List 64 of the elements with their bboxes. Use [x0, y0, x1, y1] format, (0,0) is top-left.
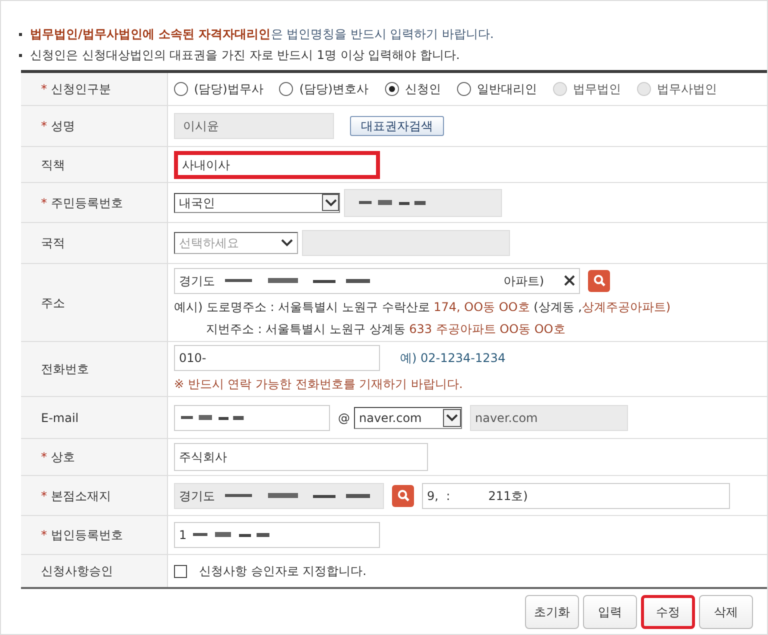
action-button[interactable]: 초기화 [525, 595, 579, 629]
search-icon [592, 274, 606, 287]
row-label: 신청사항승인 [41, 563, 113, 580]
office-address-field[interactable]: 경기도 [174, 482, 384, 508]
row-label: E-mail [41, 410, 79, 426]
search-icon [396, 489, 410, 502]
action-button[interactable]: 수정 [641, 595, 695, 629]
required-mark: * [41, 449, 47, 466]
required-mark: * [41, 81, 47, 98]
notice-text: 법무법인/법무사법인에 소속된 자격자대리인은 법인명칭을 반드시 입력하기 바랍니다. [30, 26, 494, 43]
id-number-field[interactable] [344, 188, 502, 216]
radio-button[interactable] [456, 82, 471, 96]
radio-label: 신청인 [404, 81, 441, 98]
row-label: 전화번호 [41, 361, 89, 378]
chevron-down-icon [324, 198, 336, 206]
at-sign: @ [338, 410, 350, 426]
radio-label: (담당)변호사 [299, 81, 369, 98]
search-button[interactable] [588, 270, 610, 292]
required-mark: * [41, 118, 47, 135]
email-field[interactable] [174, 404, 330, 430]
address-detail-field[interactable]: 9, : 211호) [422, 482, 730, 508]
close-icon[interactable] [564, 275, 575, 286]
notice-text: 신청인은 신청대상법인의 대표권을 가진 자로 반드시 1명 이상 입력해야 합니다. [30, 47, 460, 64]
row-label: 법인등록번호 [51, 527, 123, 544]
radio-label: 법무법인 [572, 81, 621, 98]
required-mark: * [41, 194, 47, 212]
chevron-down-icon [446, 414, 458, 422]
row-label: 주소 [41, 294, 65, 312]
address-field[interactable]: 경기도 아파트) [174, 268, 580, 294]
phone-example: 예) 02-1234-1234 [400, 350, 506, 367]
registration-number-field[interactable]: 1 [174, 522, 380, 548]
checkbox[interactable] [174, 564, 187, 578]
action-button[interactable]: 입력 [583, 595, 637, 629]
radio-label: 일반대리인 [476, 81, 537, 98]
required-mark: * [41, 488, 47, 504]
row-label: 주민등록번호 [51, 194, 123, 212]
text-field[interactable]: 사내이사 [174, 150, 380, 178]
phone-notice: ※ 반드시 연락 가능한 전화번호를 기재하기 바랍니다. [174, 376, 464, 393]
row-label: 상호 [51, 449, 75, 466]
row-label: 본점소재지 [51, 488, 111, 504]
row-label: 직책 [41, 156, 65, 174]
row-label: 성명 [51, 118, 75, 135]
domain-select[interactable]: naver.com [354, 406, 462, 428]
radio-button[interactable] [384, 82, 399, 96]
radio-button[interactable] [279, 82, 294, 96]
text-field[interactable]: 주식회사 [174, 443, 428, 471]
name-field[interactable]: 이시윤 [174, 113, 334, 139]
search-button[interactable] [392, 484, 414, 506]
required-mark: * [41, 527, 47, 544]
row-label: 국적 [41, 235, 65, 252]
radio-label: 법무사법인 [656, 81, 717, 98]
nationality-field[interactable] [302, 230, 510, 256]
action-button[interactable]: 삭제 [699, 595, 753, 629]
search-representative-button[interactable]: 대표권자검색 [350, 116, 444, 136]
chevron-down-icon [281, 239, 293, 247]
row-label: 신청인구분 [51, 81, 111, 98]
phone-field[interactable]: 010- [174, 345, 380, 371]
domain-field[interactable]: naver.com [470, 404, 628, 430]
select-field[interactable]: 내국인 [174, 192, 340, 212]
checkbox-label: 신청사항 승인자로 지정합니다. [199, 563, 366, 580]
radio-label: (담당)법무사 [194, 81, 264, 98]
address-example: 지번주소 : 서울특별시 노원구 상계동 633 주공아파트 OO동 OO호 [205, 320, 566, 338]
radio-button[interactable] [174, 82, 188, 96]
address-example: 예시) 도로명주소 : 서울특별시 노원구 수락산로 174, OO동 OO호 (상계동 ,상계주공아파트) [174, 298, 671, 316]
